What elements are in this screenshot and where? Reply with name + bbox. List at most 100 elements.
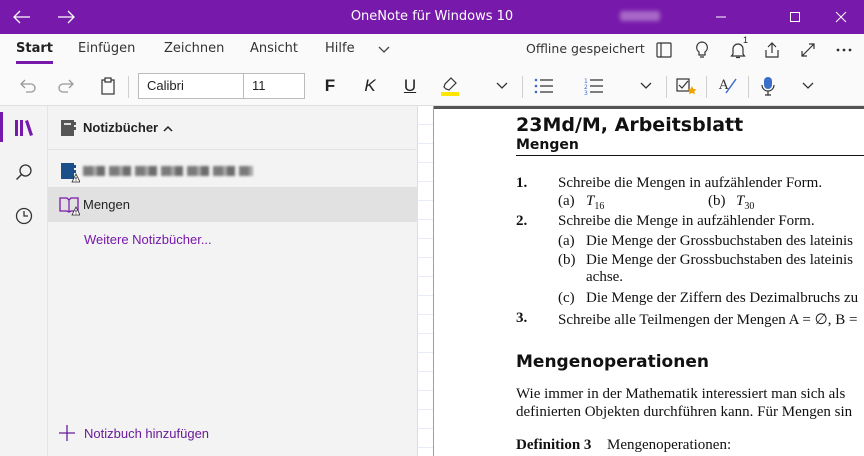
notebooks-nav-button[interactable] (0, 108, 48, 148)
chevron-up-icon (163, 125, 173, 132)
undo-icon (20, 79, 36, 93)
spelling-button[interactable]: A (712, 70, 744, 102)
dictate-options-dropdown[interactable] (792, 70, 824, 102)
tell-me-button[interactable] (688, 36, 716, 64)
sub-item-text: T30 (736, 193, 755, 212)
item-number: 3. (516, 310, 528, 326)
search-icon (15, 164, 32, 181)
sub-item-marker: (a) (558, 193, 575, 209)
underline-button[interactable]: U (394, 70, 426, 102)
item-text: Schreibe die Mengen in aufzählender Form… (558, 175, 823, 191)
sub-item-text: T16 (586, 193, 605, 212)
notebook-view-icon (656, 42, 672, 58)
italic-button[interactable]: K (354, 70, 386, 102)
toolbar-separator (522, 76, 523, 98)
lightbulb-icon (696, 41, 708, 58)
highlight-button[interactable] (434, 70, 466, 102)
chevron-down-icon (640, 82, 652, 89)
microphone-icon (761, 77, 775, 96)
minimize-button[interactable] (698, 0, 744, 34)
notebook-item-redacted[interactable] (48, 154, 418, 189)
item-number: 1. (516, 175, 528, 191)
page-view-button[interactable] (650, 36, 678, 64)
expand-icon (801, 43, 815, 57)
plus-icon (59, 425, 75, 441)
ribbon-more-button[interactable] (376, 40, 392, 60)
sub-item-text: Die Menge der Ziffern des Dezimalbruchs … (586, 290, 859, 306)
undo-button[interactable] (12, 70, 44, 102)
sub-item-marker: (a) (558, 233, 575, 249)
notebook-pane: Notizbücher Mengen Weitere Notizbücher..… (48, 106, 418, 456)
bold-button[interactable]: F (314, 70, 346, 102)
open-notebook-warning-icon (59, 197, 80, 216)
todo-tag-icon (676, 78, 697, 95)
numbered-list-icon: 123 (584, 78, 603, 95)
toolbar-separator (748, 76, 749, 98)
page-canvas[interactable]: 23Md/M, Arbeitsblatt Mengen 1. Schreibe … (434, 106, 864, 456)
more-notebooks-link[interactable]: Weitere Notizbücher... (84, 232, 212, 247)
more-formatting-dropdown[interactable] (630, 70, 662, 102)
sub-item-marker: (c) (558, 290, 575, 306)
fullscreen-button[interactable] (794, 36, 822, 64)
item-number: 2. (516, 213, 528, 229)
tab-zeichnen[interactable]: Zeichnen (164, 34, 224, 66)
tab-start[interactable]: Start (16, 34, 53, 66)
sub-item-text: Die Menge der Grossbuchstaben des latein… (586, 233, 854, 249)
paragraph-line: definierten Objekten durchführen kann. F… (516, 404, 853, 420)
notifications-button[interactable]: 1 (724, 35, 752, 64)
notification-count: 1 (743, 35, 749, 45)
redo-icon (58, 79, 74, 93)
chevron-down-icon (378, 46, 390, 53)
toolbar-separator (706, 76, 707, 98)
item-text: Schreibe alle Teilmengen der Mengen A = … (558, 312, 858, 328)
close-button[interactable] (818, 0, 864, 34)
worksheet-subtitle: Mengen (516, 137, 579, 153)
notebooks-header-label: Notizbücher (83, 120, 159, 135)
sub-item-marker: (b) (708, 193, 726, 209)
section-heading: Mengenoperationen (516, 352, 709, 372)
highlight-color-dropdown[interactable] (486, 70, 518, 102)
sub-item-text: Die Menge der Grossbuchstaben des latein… (586, 252, 854, 268)
minimize-icon (716, 16, 726, 18)
search-nav-button[interactable] (0, 152, 48, 192)
tag-button[interactable] (670, 70, 702, 102)
tab-ansicht[interactable]: Ansicht (250, 34, 298, 66)
toolbar-separator (666, 76, 667, 98)
font-size-field[interactable]: 11 (243, 73, 305, 99)
recent-nav-button[interactable] (0, 196, 48, 236)
library-icon (15, 120, 33, 136)
chevron-down-icon (802, 82, 814, 89)
notebook-item-mengen[interactable]: Mengen (48, 187, 418, 222)
bullet-list-icon (534, 78, 553, 94)
notebook-icon (61, 120, 76, 136)
numbering-button[interactable]: 123 (578, 70, 610, 102)
dictate-button[interactable] (752, 70, 784, 102)
bullets-button[interactable] (528, 70, 560, 102)
definition-label: Definition 3 (516, 437, 592, 453)
share-icon (765, 42, 779, 58)
redo-button[interactable] (50, 70, 82, 102)
item-text: Schreibe die Menge in aufzählender Form. (558, 213, 815, 229)
clipboard-icon (101, 77, 115, 95)
more-options-button[interactable] (830, 36, 858, 64)
notebook-label: Mengen (83, 197, 130, 212)
ribbon-toolbar: Calibri 11 F K U 123 A (0, 66, 864, 106)
paste-button[interactable] (92, 70, 124, 102)
share-button[interactable] (758, 36, 786, 64)
sync-status: Offline gespeichert (526, 41, 645, 56)
add-notebook-button[interactable]: Notizbuch hinzufügen (58, 422, 209, 444)
page-margin (418, 106, 434, 456)
tab-hilfe[interactable]: Hilfe (325, 34, 355, 66)
tab-einfuegen[interactable]: Einfügen (78, 34, 135, 66)
font-name-field[interactable]: Calibri (138, 73, 244, 99)
spellcheck-icon: A (718, 78, 737, 94)
more-dots-icon (836, 48, 852, 52)
paragraph-line: Wie immer in der Mathematik interessiert… (516, 386, 846, 402)
definition-text: Mengenoperationen: (607, 437, 732, 453)
worksheet-title: 23Md/M, Arbeitsblatt (516, 114, 744, 136)
clock-icon (15, 207, 33, 225)
title-rule (516, 155, 864, 156)
notebooks-header[interactable]: Notizbücher (48, 106, 418, 150)
close-icon (835, 11, 847, 23)
maximize-button[interactable] (772, 0, 818, 34)
